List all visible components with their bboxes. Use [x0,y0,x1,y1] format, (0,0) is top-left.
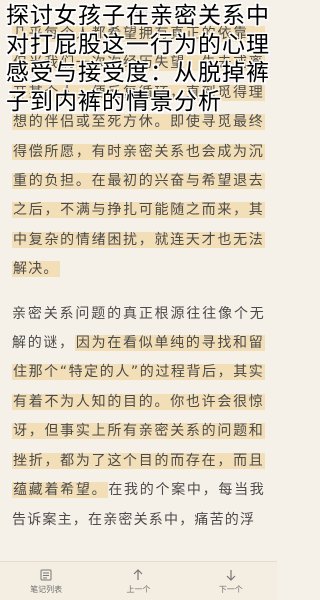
previous-button[interactable]: 上一个 [103,564,173,598]
next-button[interactable]: 下一个 [196,564,266,598]
arrow-down-icon [226,569,236,581]
overlay-title-caption: 探讨女孩子在亲密关系中对打屁股这一行为的心理感受与接受度：从脱掉裤子到内裤的情景… [6,3,270,115]
paragraph-2: 亲密关系问题的真正根源往往像个无解的谜，因为在看似单纯的寻找和留住那个“特定的人… [12,300,265,535]
notes-list-button[interactable]: 笔记列表 [11,564,81,598]
highlighted-text[interactable]: 因为在看似单纯的寻找和留住那个“特定的人”的过程背后，其实有着不为人知的目的。你… [12,335,265,499]
previous-label: 上一个 [126,584,151,594]
bottom-nav-bar: 笔记列表 上一个 下一个 [0,561,277,600]
list-icon [40,569,52,580]
arrow-up-icon [134,568,143,580]
next-label: 下一个 [218,584,243,594]
notes-list-label: 笔记列表 [30,584,63,594]
reader-screen: 笔记 探讨女孩子在亲密关系中对打屁股这一行为的心理感受与接受度：从脱掉裤子到内裤… [0,0,277,600]
